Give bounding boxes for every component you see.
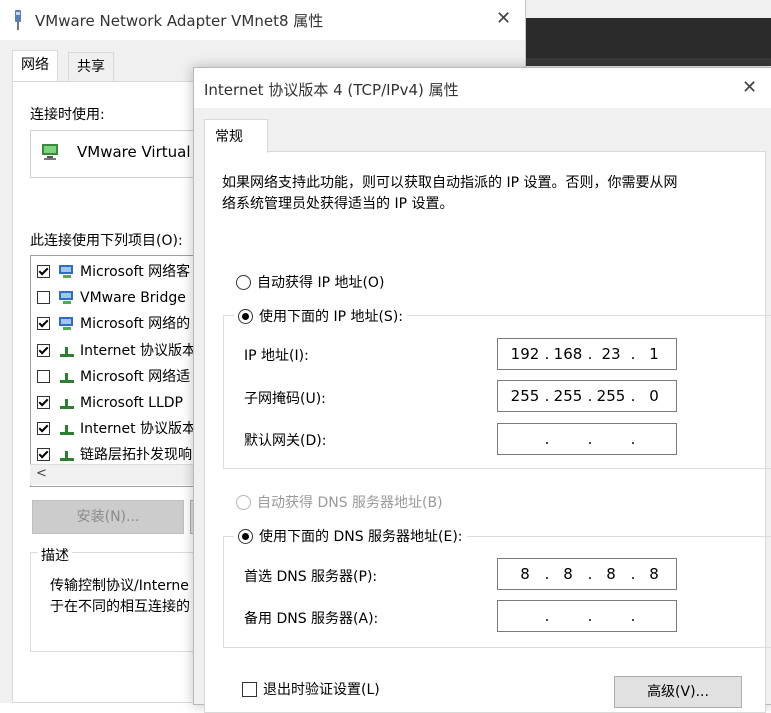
subnet-mask-field[interactable]: 255. 255. 255. 0 — [497, 380, 677, 412]
install-button[interactable]: 安装(N)... — [32, 500, 184, 534]
close-icon[interactable]: ✕ — [496, 8, 511, 29]
description-title: 描述 — [38, 545, 72, 565]
default-gateway-label: 默认网关(D): — [244, 433, 327, 449]
protocol-icon — [58, 447, 76, 461]
checkbox[interactable] — [37, 447, 50, 461]
preferred-dns-label: 首选 DNS 服务器(P): — [244, 569, 378, 585]
info-text-line1: 如果网络支持此功能，则可以获取自动指派的 IP 设置。否则，你需要从网 — [222, 175, 678, 191]
network-adapter-icon — [12, 10, 24, 30]
advanced-button[interactable]: 高级(V)... — [614, 676, 742, 708]
manual-ip-radio[interactable]: 使用下面的 IP 地址(S): — [234, 306, 407, 326]
manual-dns-radio[interactable]: 使用下面的 DNS 服务器地址(E): — [234, 526, 467, 546]
network-component-icon — [58, 264, 76, 278]
radio-button[interactable] — [236, 274, 251, 290]
subnet-mask-label: 子网掩码(U): — [244, 391, 326, 407]
tab-sharing[interactable]: 共享 — [68, 52, 114, 82]
preferred-dns-field[interactable]: 8. 8. 8. 8 — [497, 558, 677, 590]
components-list[interactable]: Microsoft 网络客 VMware Bridge Microsoft 网络… — [30, 255, 197, 487]
tcpipv4-properties-window: Internet 协议版本 4 (TCP/IPv4) 属性 ✕ 常规 如果网络支… — [193, 67, 771, 713]
list-item[interactable]: 链路层拓扑发现响 — [37, 444, 192, 466]
description-text-line1: 传输控制协议/Interne — [50, 578, 189, 594]
title-bar[interactable]: Internet 协议版本 4 (TCP/IPv4) 属性 ✕ — [194, 68, 771, 108]
connect-using-label: 连接时使用: — [30, 107, 105, 123]
list-item[interactable]: VMware Bridge — [37, 287, 186, 309]
close-icon[interactable]: ✕ — [742, 77, 757, 98]
items-label: 此连接使用下列项目(O): — [30, 233, 183, 249]
title-bar[interactable]: VMware Network Adapter VMnet8 属性 ✕ — [0, 0, 525, 40]
desktop-dark-band-2 — [525, 58, 771, 66]
checkbox[interactable] — [37, 264, 50, 278]
tab-network[interactable]: 网络 — [12, 50, 58, 82]
radio-button[interactable] — [238, 528, 253, 544]
default-gateway-field[interactable]: . . . — [497, 423, 677, 455]
protocol-icon — [58, 343, 76, 357]
tab-strip: 网络 共享 — [12, 50, 212, 82]
protocol-icon — [58, 395, 76, 409]
radio-button[interactable] — [238, 308, 253, 324]
protocol-icon — [58, 421, 76, 435]
network-adapter-icon — [41, 143, 63, 163]
protocol-icon — [58, 369, 76, 383]
horizontal-scrollbar[interactable]: < — [30, 464, 195, 485]
list-item[interactable]: Microsoft LLDP — [37, 392, 183, 414]
scroll-left-icon[interactable]: < — [36, 466, 47, 481]
checkbox[interactable] — [37, 290, 50, 304]
description-text-line2: 于在不同的相互连接的 — [50, 599, 190, 615]
checkbox[interactable] — [37, 369, 50, 383]
ip-address-label: IP 地址(I): — [244, 348, 309, 364]
network-component-icon — [58, 316, 76, 330]
desktop-dark-band — [525, 18, 771, 58]
auto-dns-radio[interactable]: 自动获得 DNS 服务器地址(B) — [236, 492, 443, 512]
list-item[interactable]: Microsoft 网络适 — [37, 366, 190, 388]
validate-checkbox[interactable]: 退出时验证设置(L) — [242, 679, 380, 699]
adapter-name: VMware Virtual — [77, 143, 191, 161]
checkbox[interactable] — [242, 681, 257, 697]
ip-address-field[interactable]: 192. 168. 23. 1 — [497, 338, 677, 370]
adapter-box: VMware Virtual — [30, 130, 197, 178]
network-component-icon — [58, 290, 76, 304]
checkbox[interactable] — [37, 343, 50, 357]
auto-ip-radio[interactable]: 自动获得 IP 地址(O) — [236, 272, 384, 292]
info-text-line2: 络系统管理员处获得适当的 IP 设置。 — [222, 196, 454, 212]
checkbox[interactable] — [37, 316, 50, 330]
list-item[interactable]: Internet 协议版本 — [37, 340, 196, 362]
window-title: VMware Network Adapter VMnet8 属性 — [35, 12, 324, 30]
list-item[interactable]: Internet 协议版本 — [37, 418, 196, 440]
radio-button[interactable] — [236, 494, 251, 510]
window-title: Internet 协议版本 4 (TCP/IPv4) 属性 — [204, 81, 459, 99]
list-item[interactable]: Microsoft 网络的 — [37, 313, 190, 335]
list-item[interactable]: Microsoft 网络客 — [37, 261, 190, 283]
alternate-dns-label: 备用 DNS 服务器(A): — [244, 611, 379, 627]
alternate-dns-field[interactable]: . . . — [497, 600, 677, 632]
checkbox[interactable] — [37, 421, 50, 435]
tab-general[interactable]: 常规 — [204, 119, 268, 153]
checkbox[interactable] — [37, 395, 50, 409]
